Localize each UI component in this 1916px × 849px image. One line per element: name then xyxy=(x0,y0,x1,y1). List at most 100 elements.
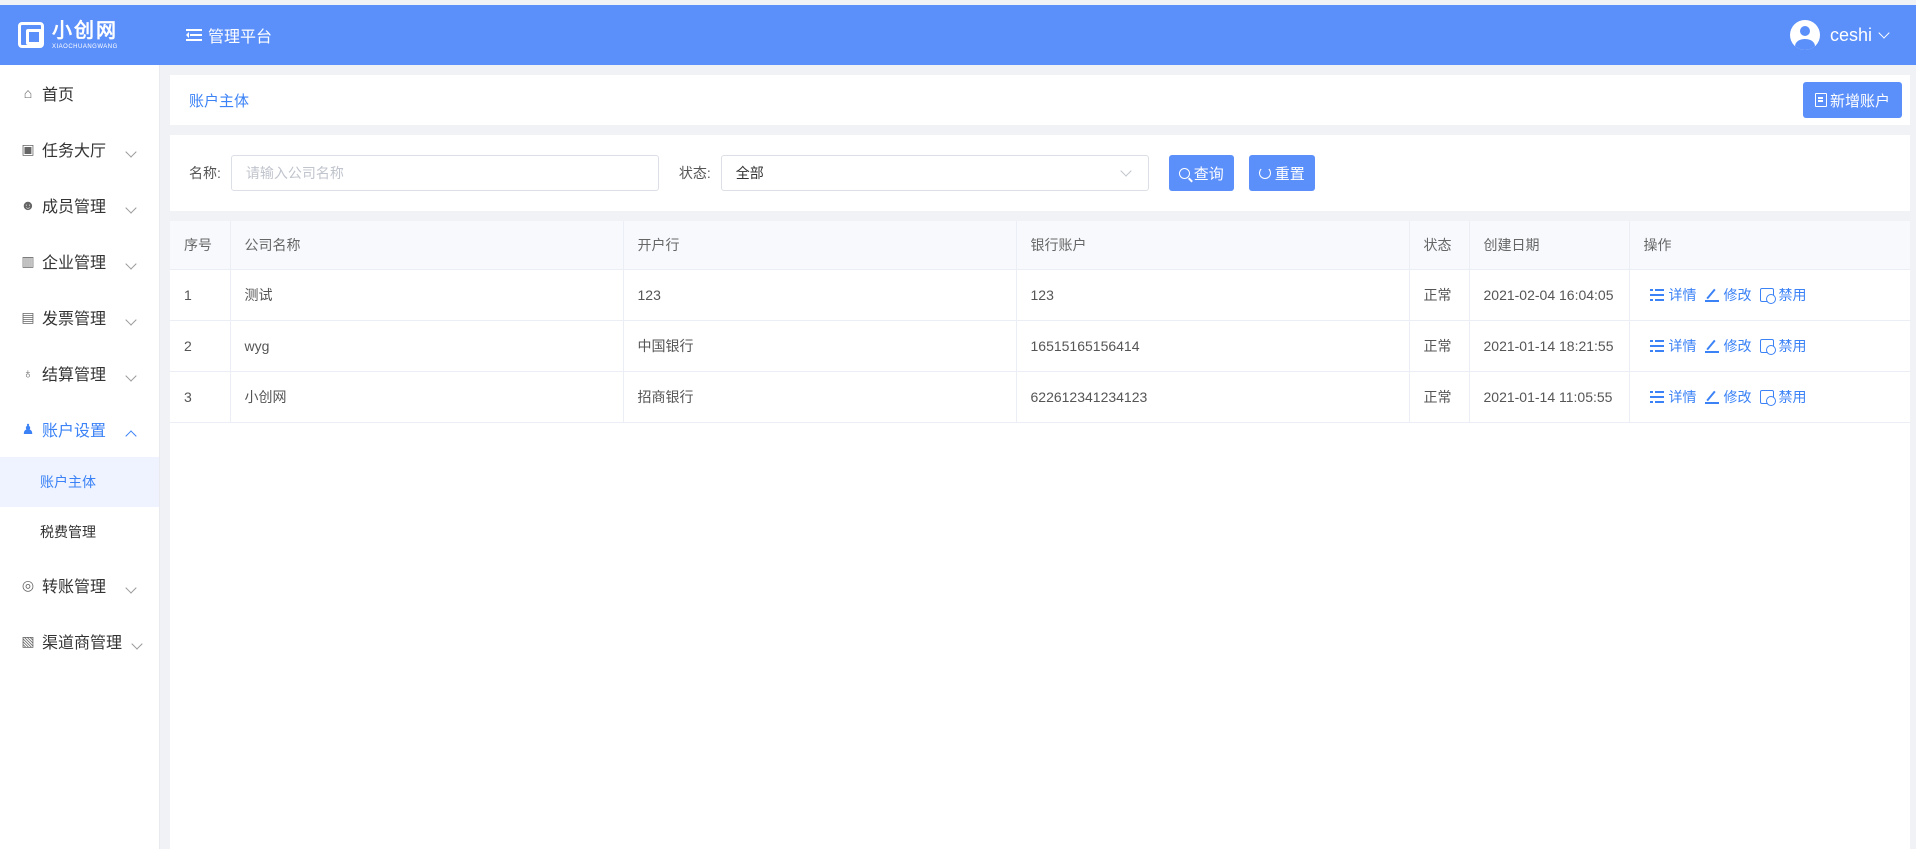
table-row: 1 测试 123 123 正常 2021-02-04 16:04:05 详情 修… xyxy=(170,269,1910,321)
status-label: 状态: xyxy=(678,165,711,181)
cell-account: 123 xyxy=(1016,269,1410,321)
list-icon xyxy=(1649,390,1664,403)
chevron-down-icon xyxy=(125,146,137,158)
sidebar-item-home[interactable]: ⌂ 首页 xyxy=(0,65,159,121)
cell-account: 16515165156414 xyxy=(1016,320,1410,372)
edit-icon xyxy=(1704,288,1719,302)
search-icon xyxy=(1178,167,1190,179)
query-label: 查询 xyxy=(1193,165,1224,183)
add-account-button[interactable]: 新增账户 xyxy=(1802,82,1902,118)
main-content: 账户主体 新增账户 名称: 状态: 全部 查询 重置 xyxy=(170,75,1910,849)
table-header-row: 序号 公司名称 开户行 银行账户 状态 创建日期 操作 xyxy=(170,221,1910,270)
invoice-icon: ▤ xyxy=(21,308,35,325)
sidebar-item-settlement[interactable]: ♁ 结算管理 xyxy=(0,345,159,401)
breadcrumb[interactable]: 账户主体 xyxy=(189,90,249,111)
sidebar-toggle[interactable]: 管理平台 xyxy=(186,23,272,47)
disable-button[interactable]: 禁用 xyxy=(1759,336,1807,356)
top-navbar: 小创网 XIAOCHUANGWANG 管理平台 ceshi xyxy=(0,5,1916,65)
sidebar-item-enterprise[interactable]: ▥ 企业管理 xyxy=(0,233,159,289)
disable-icon xyxy=(1759,389,1776,406)
list-icon xyxy=(1649,339,1664,352)
user-menu[interactable]: ceshi xyxy=(1789,5,1890,65)
chevron-down-icon xyxy=(131,638,143,650)
sidebar-item-label: 企业管理 xyxy=(42,255,107,272)
cell-actions: 详情 修改 禁用 xyxy=(1629,269,1910,321)
sidebar-item-label: 任务大厅 xyxy=(42,143,107,160)
sidebar-item-tasks[interactable]: ▣ 任务大厅 xyxy=(0,121,159,177)
breadcrumb-bar: 账户主体 新增账户 xyxy=(170,75,1910,125)
company-name-input[interactable] xyxy=(230,155,659,191)
sidebar-item-channel[interactable]: ▧ 渠道商管理 xyxy=(0,613,159,669)
logo-title: 小创网 xyxy=(52,19,118,42)
transfer-icon: ◎ xyxy=(21,576,35,593)
chevron-down-icon xyxy=(125,582,137,594)
disable-label: 禁用 xyxy=(1778,337,1807,354)
edit-label: 修改 xyxy=(1723,286,1752,303)
cell-company: 测试 xyxy=(230,269,624,321)
edit-label: 修改 xyxy=(1723,388,1752,405)
name-label: 名称: xyxy=(189,165,221,181)
chevron-down-icon xyxy=(125,202,137,214)
avatar-icon xyxy=(1789,20,1820,50)
detail-label: 详情 xyxy=(1668,286,1697,303)
cell-account: 622612341234123 xyxy=(1016,371,1410,423)
refresh-icon xyxy=(1258,167,1271,179)
table-row: 2 wyg 中国银行 16515165156414 正常 2021-01-14 … xyxy=(170,320,1910,372)
accounts-table-container: 序号 公司名称 开户行 银行账户 状态 创建日期 操作 1 测试 123 123… xyxy=(170,221,1910,849)
sidebar-item-transfer[interactable]: ◎ 转账管理 xyxy=(0,557,159,613)
header-company: 公司名称 xyxy=(230,221,624,270)
detail-button[interactable]: 详情 xyxy=(1649,387,1697,407)
sidebar-item-invoice[interactable]: ▤ 发票管理 xyxy=(0,289,159,345)
cell-status: 正常 xyxy=(1409,269,1470,321)
building-icon: ▥ xyxy=(21,252,35,269)
cell-actions: 详情 修改 禁用 xyxy=(1629,371,1910,423)
sidebar-item-label: 账户设置 xyxy=(42,423,107,440)
sidebar-subitem-label: 账户主体 xyxy=(40,474,96,490)
detail-button[interactable]: 详情 xyxy=(1649,285,1697,305)
edit-icon xyxy=(1704,339,1719,353)
channel-icon: ▧ xyxy=(21,632,35,649)
sidebar-item-label: 渠道商管理 xyxy=(42,635,123,652)
query-button[interactable]: 查询 xyxy=(1168,155,1234,191)
sidebar-item-account-settings[interactable]: ♟ 账户设置 xyxy=(0,401,159,457)
detail-button[interactable]: 详情 xyxy=(1649,336,1697,356)
members-icon: ☻ xyxy=(20,197,36,213)
disable-icon xyxy=(1759,338,1776,355)
header-index: 序号 xyxy=(170,221,231,270)
sidebar-item-members[interactable]: ☻ 成员管理 xyxy=(0,177,159,233)
accounts-table: 序号 公司名称 开户行 银行账户 状态 创建日期 操作 1 测试 123 123… xyxy=(170,221,1910,423)
edit-button[interactable]: 修改 xyxy=(1704,336,1752,356)
status-select[interactable]: 全部 xyxy=(720,155,1149,191)
account-icon: ♟ xyxy=(21,420,35,437)
cell-index: 2 xyxy=(170,320,231,372)
menu-fold-icon xyxy=(186,29,202,41)
logo-subtitle: XIAOCHUANGWANG xyxy=(52,43,118,50)
sidebar-item-label: 结算管理 xyxy=(42,367,107,384)
sidebar-item-label: 转账管理 xyxy=(42,579,107,596)
cell-status: 正常 xyxy=(1409,320,1470,372)
cell-status: 正常 xyxy=(1409,371,1470,423)
reset-button[interactable]: 重置 xyxy=(1248,155,1315,191)
edit-icon xyxy=(1704,390,1719,404)
settlement-icon: ♁ xyxy=(22,365,34,381)
edit-button[interactable]: 修改 xyxy=(1704,387,1752,407)
sidebar-item-label: 发票管理 xyxy=(42,311,107,328)
chevron-up-icon xyxy=(125,430,137,442)
chevron-down-icon xyxy=(125,314,137,326)
username: ceshi xyxy=(1829,24,1872,45)
cell-index: 3 xyxy=(170,371,231,423)
sidebar: ⌂ 首页 ▣ 任务大厅 ☻ 成员管理 ▥ 企业管理 ▤ 发票管理 ♁ 结算管理 … xyxy=(0,65,160,849)
disable-button[interactable]: 禁用 xyxy=(1759,285,1807,305)
status-select-value: 全部 xyxy=(735,165,764,181)
sidebar-subitem-account-entity[interactable]: 账户主体 xyxy=(0,457,159,507)
filter-bar: 名称: 状态: 全部 查询 重置 xyxy=(170,135,1910,211)
document-icon xyxy=(1814,93,1827,107)
disable-button[interactable]: 禁用 xyxy=(1759,387,1807,407)
cell-bank: 123 xyxy=(623,269,1017,321)
sidebar-subitem-tax[interactable]: 税费管理 xyxy=(0,507,159,557)
edit-button[interactable]: 修改 xyxy=(1704,285,1752,305)
header-date: 创建日期 xyxy=(1469,221,1630,270)
home-icon: ⌂ xyxy=(23,85,33,101)
reset-label: 重置 xyxy=(1274,165,1305,183)
logo[interactable]: 小创网 XIAOCHUANGWANG xyxy=(0,5,160,65)
